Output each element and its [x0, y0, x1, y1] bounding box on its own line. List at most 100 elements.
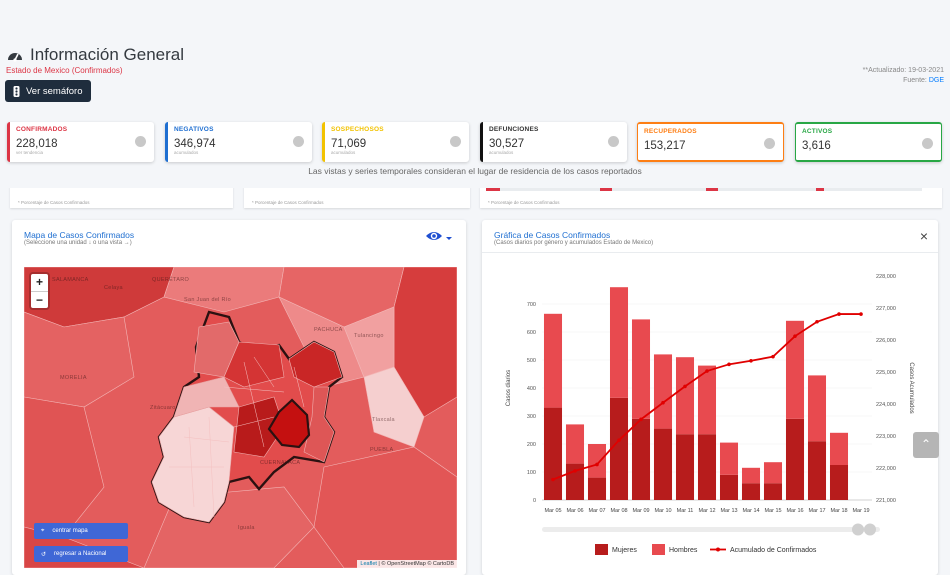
attribution-text: | © OpenStreetMap © CartoDB	[376, 561, 454, 567]
residence-note: Las vistas y series temporales considera…	[308, 166, 642, 176]
summary-strip-2: * Porcentaje de Casos Confirmados	[244, 186, 470, 208]
y-tick-label-left: 500	[527, 358, 536, 364]
card-note: acumulados	[174, 150, 199, 155]
bar-mujeres	[829, 465, 849, 500]
minus-circle-icon	[293, 136, 304, 147]
legend-marker	[716, 547, 720, 552]
leaflet-link[interactable]: Leaflet	[360, 561, 377, 567]
bar-hombres	[807, 375, 827, 442]
range-slider-track	[542, 527, 880, 532]
return-national-button[interactable]: ↺ regresar a Nacional	[34, 546, 128, 562]
bar-mujeres	[609, 397, 629, 500]
bar-mujeres	[697, 434, 717, 500]
y-tick-label-left: 200	[527, 442, 536, 448]
accumulated-point	[573, 469, 577, 473]
accumulated-point	[705, 369, 709, 373]
page-subtitle: Estado de Mexico (Confirmados)	[6, 66, 123, 75]
center-map-button[interactable]: ⌖ centrar mapa	[34, 523, 128, 539]
view-eye-icon[interactable]	[424, 228, 454, 246]
bar-hombres	[587, 444, 607, 478]
card-note: ver tendencia	[16, 150, 44, 155]
y-tick-label-left: 700	[527, 302, 536, 308]
bar-hombres	[719, 442, 739, 475]
y-tick-label-left: 300	[527, 414, 536, 420]
y-tick-label-right: 223,000	[876, 434, 896, 440]
x-tick-label: Mar 12	[698, 508, 715, 514]
card-label: DEFUNCIONES	[489, 126, 539, 133]
accumulated-point	[815, 319, 819, 324]
x-tick-label: Mar 06	[566, 508, 583, 514]
y-tick-label-right: 228,000	[876, 274, 896, 280]
summary-strip-1: * Porcentaje de Casos Confirmados	[10, 186, 233, 208]
source-link[interactable]: DGE	[929, 77, 944, 84]
y-tick-label-right: 221,000	[876, 498, 896, 504]
question-circle-icon	[450, 136, 461, 147]
accumulated-point	[837, 312, 841, 316]
semaforo-button[interactable]: Ver semáforo	[5, 80, 91, 102]
choropleth-map[interactable]: SALAMANCA Celaya QUERÉTARO San Juan del Río…	[24, 267, 457, 568]
bar-mujeres	[675, 434, 695, 500]
map-place-label: Tulancingo	[354, 333, 384, 339]
x-tick-label: Mar 13	[720, 508, 737, 514]
card-label: ACTIVOS	[802, 128, 833, 135]
card-label: SOSPECHOSOS	[331, 126, 384, 133]
bar-mujeres	[785, 418, 805, 500]
map-place-label: MORELIA	[60, 375, 87, 381]
card-value: 30,527	[489, 138, 525, 150]
return-national-label: regresar a Nacional	[54, 551, 107, 557]
bar-hombres	[653, 354, 673, 429]
map-place-label: CUERNAVACA	[260, 460, 301, 466]
bar-hombres	[829, 432, 849, 465]
bar-hombres	[609, 287, 629, 398]
bar-hombres	[675, 357, 695, 435]
card-sospechosos[interactable]: SOSPECHOSOS 71,069 acumulados	[322, 122, 469, 162]
bar-mujeres	[587, 477, 607, 500]
close-button[interactable]: ×	[920, 228, 928, 244]
bar-mujeres	[719, 474, 739, 500]
undo-icon: ↺	[41, 551, 47, 558]
dashboard-gauge-icon	[8, 53, 22, 62]
zoom-out-button[interactable]: −	[31, 291, 48, 308]
plus-circle-icon	[135, 136, 146, 147]
card-confirmados[interactable]: CONFIRMADOS 228,018 ver tendencia	[7, 122, 154, 162]
scroll-top-button[interactable]: ⌃	[913, 432, 939, 458]
y-tick-label-right: 224,000	[876, 402, 896, 408]
x-tick-label: Mar 17	[808, 508, 825, 514]
card-label: NEGATIVOS	[174, 126, 214, 133]
accumulated-point	[727, 362, 731, 367]
y-tick-label-left: 400	[527, 386, 536, 392]
map-place-label: Celaya	[104, 285, 123, 291]
range-slider-handle	[864, 523, 876, 536]
y-tick-label-right: 225,000	[876, 370, 896, 376]
bar-hombres	[543, 313, 563, 408]
summary-strip-3: * Porcentaje de Casos Confirmados	[480, 186, 942, 208]
card-activos[interactable]: ACTIVOS 3,616	[795, 122, 942, 162]
accumulated-point	[595, 462, 599, 467]
card-negativos[interactable]: NEGATIVOS 346,974 acumulados	[165, 122, 312, 162]
crosshair-icon: ⌖	[41, 527, 45, 534]
map-panel-subtitle: (Seleccione una unidad ↓ o una vista →)	[24, 240, 132, 246]
confirmed-cases-chart[interactable]: 0 100 200 300 400 500 600 700 221,000 222,000 223,…	[482, 260, 938, 575]
chart-panel-divider	[482, 252, 938, 253]
x-tick-label: Mar 19	[852, 508, 869, 514]
legend-swatch	[595, 544, 608, 555]
card-value: 71,069	[331, 138, 367, 150]
zoom-in-button[interactable]: +	[31, 274, 48, 291]
legend-label: Mujeres	[612, 547, 637, 554]
accumulated-point	[793, 334, 797, 338]
card-value: 153,217	[644, 140, 686, 152]
accumulated-point	[617, 438, 621, 442]
card-defunciones[interactable]: DEFUNCIONES 30,527 acumulados	[480, 122, 627, 162]
card-value: 228,018	[16, 138, 58, 150]
map-place-label: QUERÉTARO	[152, 277, 190, 283]
x-tick-label: Mar 16	[786, 508, 803, 514]
bar-mujeres	[631, 418, 651, 500]
x-tick-label: Mar 07	[588, 508, 605, 514]
traffic-light-icon	[13, 85, 20, 97]
card-label: CONFIRMADOS	[16, 126, 68, 133]
legend-label: Hombres	[669, 547, 698, 554]
x-tick-label: Mar 18	[830, 508, 847, 514]
semaforo-button-label: Ver semáforo	[26, 85, 83, 97]
card-recuperados[interactable]: RECUPERADOS 153,217	[637, 122, 784, 162]
center-map-label: centrar mapa	[52, 528, 88, 534]
